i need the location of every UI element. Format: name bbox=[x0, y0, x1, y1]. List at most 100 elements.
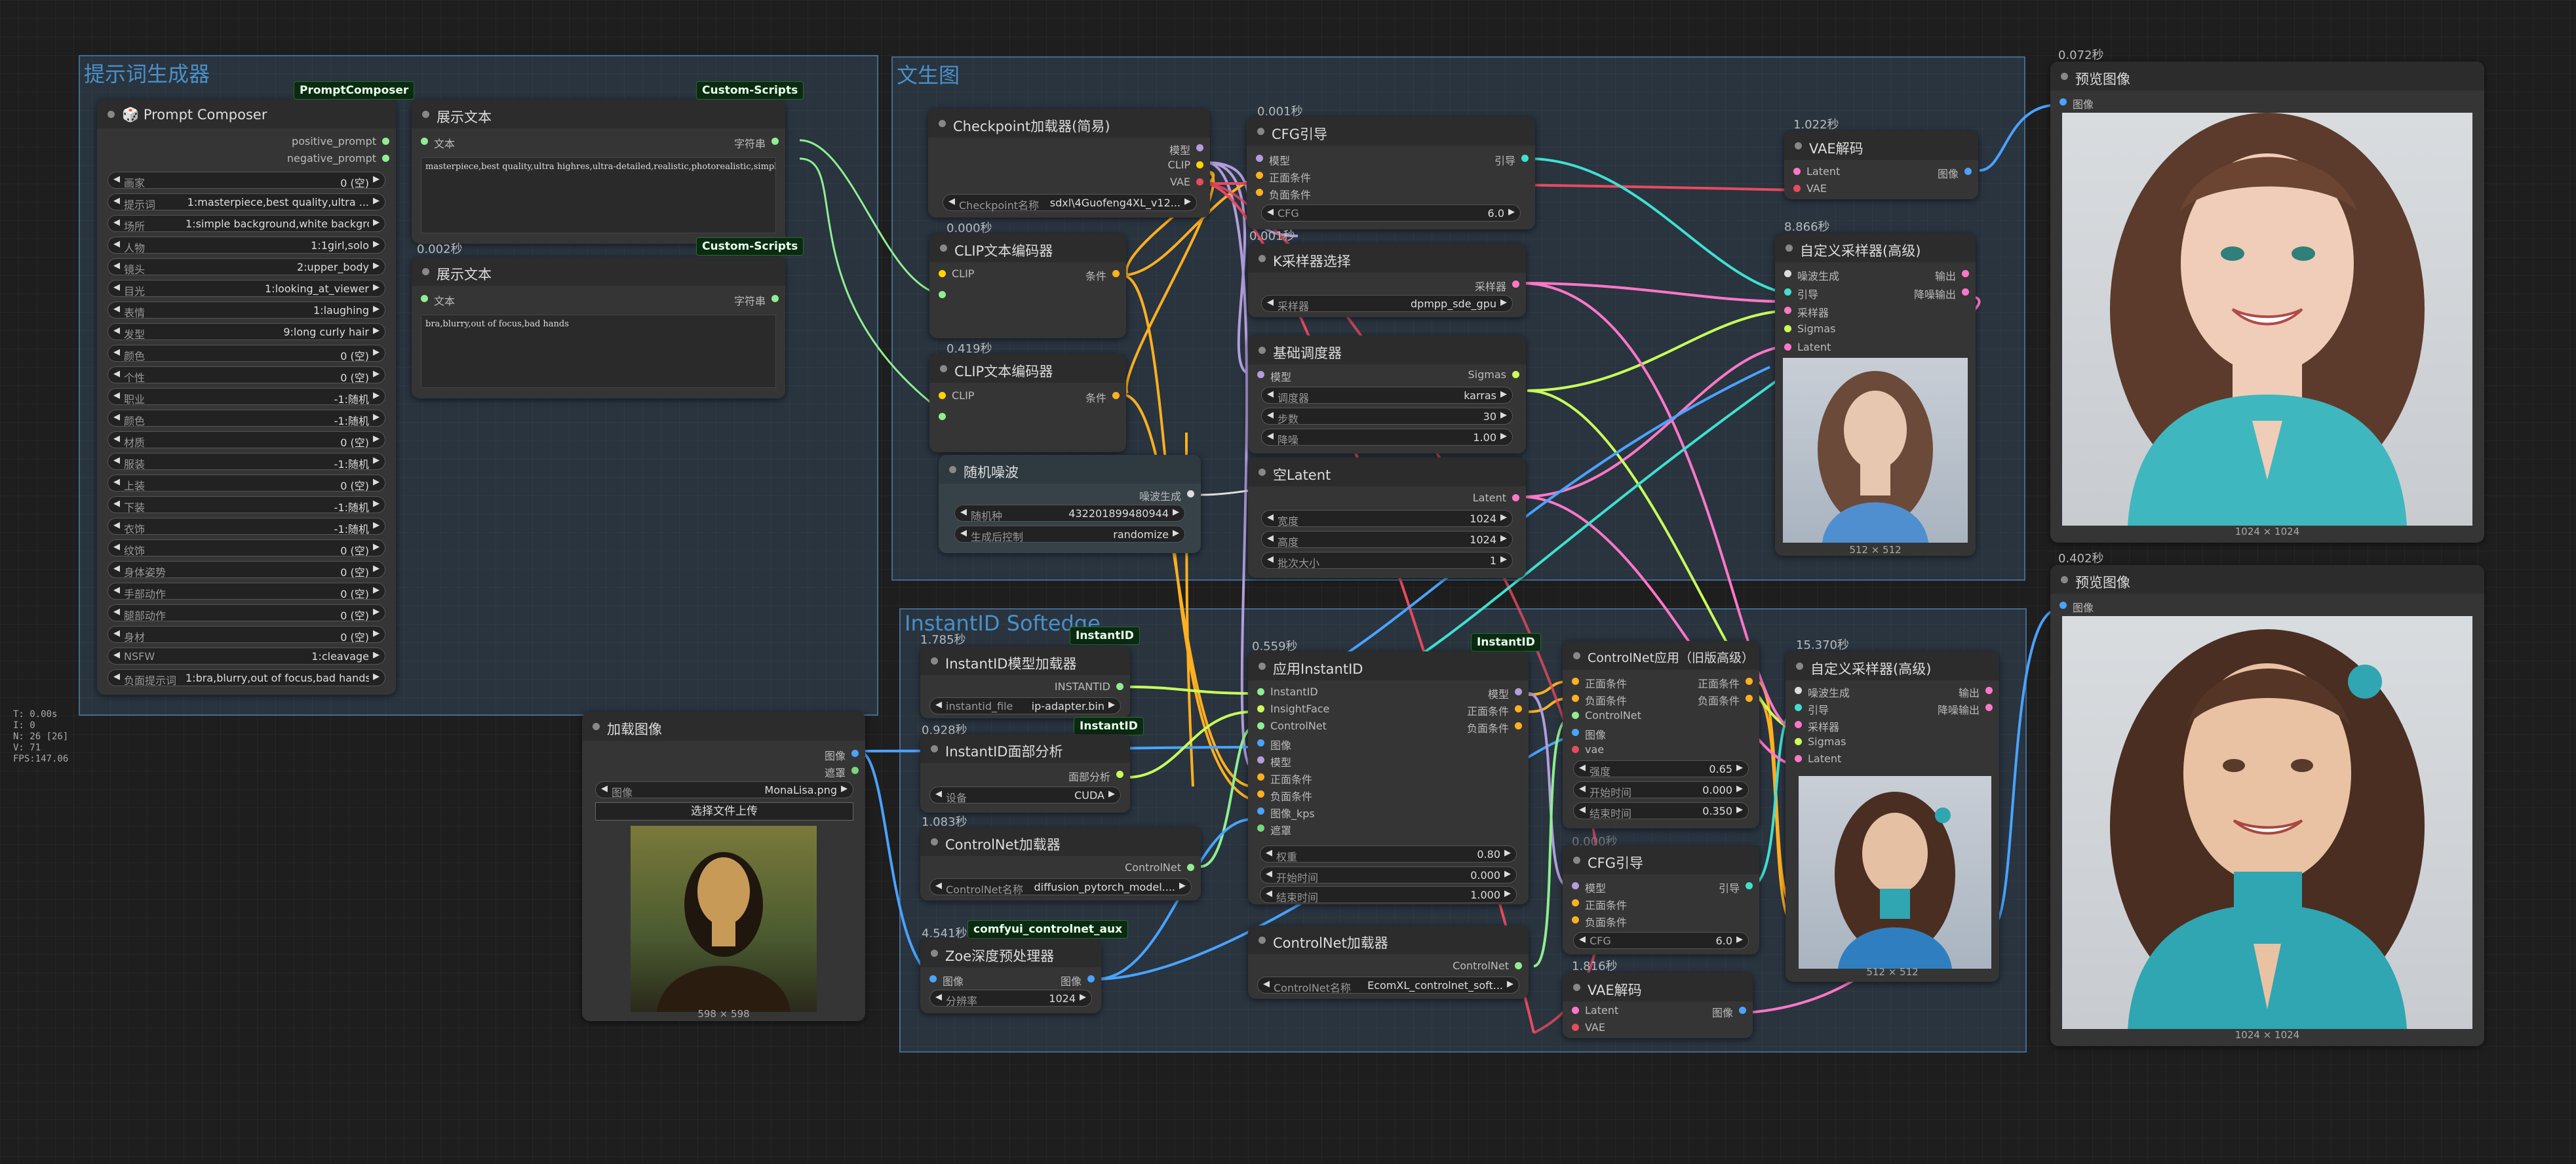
output-instantid[interactable]: INSTANTID bbox=[1055, 680, 1123, 693]
input-port[interactable]: InstantID bbox=[1257, 686, 1318, 698]
output-positive[interactable]: 正面条件 bbox=[1467, 703, 1522, 718]
node-header[interactable]: 基础调度器 bbox=[1248, 336, 1526, 364]
output-image[interactable]: 图像 bbox=[825, 747, 859, 763]
node-show-text-1[interactable]: 展示文本 文本 字符串 masterpiece,best quality,ult… bbox=[412, 100, 785, 244]
node-vae-decode-2[interactable]: VAE解码 Latent VAE 图像 bbox=[1563, 973, 1753, 1038]
seed-input[interactable]: ◀ 随机种 432201899480944 ▶ bbox=[954, 505, 1185, 522]
node-header[interactable]: CLIP文本编码器 bbox=[929, 354, 1126, 383]
composer-option-select[interactable]: ◀ 镜头 2:upper_body ▶ bbox=[107, 258, 385, 276]
collapse-dot[interactable] bbox=[2061, 576, 2068, 583]
input-noise[interactable]: 噪波生成 bbox=[1795, 684, 1850, 700]
input-guider[interactable]: 引导 bbox=[1784, 286, 1818, 301]
output-image[interactable]: 图像 bbox=[1938, 165, 1972, 181]
node-vae-decode-1[interactable]: VAE解码 Latent VAE 图像 bbox=[1784, 131, 1978, 199]
input-model[interactable]: 模型 bbox=[1572, 880, 1606, 895]
node-header[interactable]: 展示文本 bbox=[412, 257, 785, 286]
node-show-text-2[interactable]: 展示文本 文本 字符串 bra,blurry,out of focus,bad … bbox=[412, 257, 785, 398]
input-sigmas[interactable]: Sigmas bbox=[1784, 322, 1835, 335]
composer-option-select[interactable]: ◀ 表情 1:laughing ▶ bbox=[107, 301, 385, 319]
input-latent[interactable]: Latent bbox=[1572, 1004, 1618, 1017]
node-header[interactable]: CLIP文本编码器 bbox=[929, 233, 1126, 262]
collapse-dot[interactable] bbox=[422, 111, 429, 118]
image-select[interactable]: ◀ 图像 MonaLisa.png ▶ bbox=[595, 781, 853, 799]
resolution-input[interactable]: ◀ 分辨率 1024 ▶ bbox=[929, 990, 1092, 1007]
node-header[interactable]: ControlNet加载器 bbox=[1248, 925, 1529, 954]
composer-option-select[interactable]: ◀ 材质 0 (空) ▶ bbox=[107, 431, 385, 449]
node-random-noise[interactable]: 随机噪波 噪波生成 ◀ 随机种 432201899480944 ▶ ◀ 生成后控制 ran… bbox=[939, 455, 1201, 553]
steps-input[interactable]: ◀ 步数 30 ▶ bbox=[1261, 408, 1513, 425]
composer-option-select[interactable]: ◀ 颜色 -1:随机 ▶ bbox=[107, 410, 385, 427]
input-image[interactable]: 图像 bbox=[2059, 96, 2094, 111]
input-text[interactable]: 文本 bbox=[421, 135, 455, 151]
input-negative[interactable]: 负面条件 bbox=[1572, 914, 1627, 929]
node-header[interactable]: 空Latent bbox=[1248, 457, 1526, 486]
node-checkpoint-loader[interactable]: Checkpoint加载器(简易) 模型 CLIP VAE ◀ Checkpoin… bbox=[928, 109, 1210, 218]
instantid-file-select[interactable]: ◀ instantid_file ip-adapter.bin ▶ bbox=[929, 697, 1121, 714]
control-after-generate-select[interactable]: ◀ 生成后控制 randomize ▶ bbox=[954, 526, 1185, 543]
output-controlnet[interactable]: ControlNet bbox=[1453, 960, 1522, 972]
node-header[interactable]: CFG引导 bbox=[1247, 117, 1535, 146]
input-image[interactable]: 图像 bbox=[929, 973, 964, 988]
start-at-input[interactable]: ◀ 开始时间 0.000 ▶ bbox=[1260, 866, 1517, 884]
node-controlnet-loader-1[interactable]: ControlNet加载器 ControlNet ◀ ControlNet名称 di… bbox=[920, 827, 1201, 901]
node-basic-scheduler[interactable]: 基础调度器 模型 Sigmas ◀ 调度器 karras ▶ ◀ 步数 30 ▶ ◀ 降噪 1.… bbox=[1248, 336, 1526, 454]
node-controlnet-apply-advanced[interactable]: ControlNet应用（旧版高级） 正面条件 负面条件 ControlNet … bbox=[1563, 641, 1759, 828]
composer-option-select[interactable]: ◀场所1:simple background,white background▶ bbox=[107, 215, 385, 233]
input-clip[interactable]: CLIP bbox=[939, 267, 974, 280]
output-negative-prompt[interactable]: negative_prompt bbox=[287, 152, 389, 165]
input-image[interactable]: 图像 bbox=[2059, 599, 2094, 615]
node-header[interactable]: 预览图像 bbox=[2050, 62, 2484, 90]
input-model[interactable]: 模型 bbox=[1256, 152, 1290, 168]
node-header[interactable]: CFG引导 bbox=[1563, 845, 1759, 874]
input-negative[interactable]: 负面条件 bbox=[1256, 186, 1311, 202]
composer-option-select[interactable]: ◀ 身材 0 (空) ▶ bbox=[107, 626, 385, 644]
composer-option-select[interactable]: ◀ 画家 0 (空) ▶ bbox=[107, 172, 385, 189]
output-output[interactable]: 输出 bbox=[1935, 267, 1969, 283]
node-controlnet-loader-2[interactable]: ControlNet加载器 ControlNet ◀ ControlNet名称 Ec… bbox=[1248, 925, 1529, 999]
node-header[interactable]: 应用InstantID bbox=[1248, 651, 1529, 680]
weight-input[interactable]: ◀ 权重 0.80 ▶ bbox=[1260, 845, 1517, 863]
composer-option-select[interactable]: ◀ 人物 1:1girl,solo ▶ bbox=[107, 237, 385, 254]
node-header[interactable]: 自定义采样器(高级) bbox=[1775, 233, 1976, 262]
end-at-input[interactable]: ◀ 结束时间 1.000 ▶ bbox=[1260, 886, 1517, 904]
node-header[interactable]: VAE解码 bbox=[1563, 973, 1753, 1001]
output-sampler[interactable]: 采样器 bbox=[1475, 278, 1519, 294]
composer-option-select[interactable]: ◀ 服装 -1:随机 ▶ bbox=[107, 453, 385, 471]
node-clip-encoder-1[interactable]: CLIP文本编码器 CLIP 条件 bbox=[929, 233, 1126, 338]
output-positive[interactable]: 正面条件 bbox=[1698, 675, 1753, 691]
input-sigmas[interactable]: Sigmas bbox=[1795, 735, 1846, 748]
collapse-dot[interactable] bbox=[931, 950, 938, 957]
input-port[interactable]: ControlNet bbox=[1257, 720, 1327, 732]
upload-file-button[interactable]: 选择文件上传 bbox=[595, 802, 853, 821]
device-select[interactable]: ◀ 设备 CUDA ▶ bbox=[929, 786, 1121, 804]
output-controlnet[interactable]: ControlNet bbox=[1125, 861, 1194, 874]
collapse-dot[interactable] bbox=[1257, 128, 1264, 135]
composer-option-select[interactable]: ◀ 职业 -1:随机 ▶ bbox=[107, 388, 385, 406]
node-header[interactable]: InstantID模型加载器 bbox=[920, 646, 1130, 675]
composer-option-select[interactable]: ◀ 个性 0 (空) ▶ bbox=[107, 366, 385, 384]
node-custom-sampler-advanced-2[interactable]: 自定义采样器(高级) 噪波生成 引导 采样器 Sigmas Latent 输出 … bbox=[1786, 651, 1999, 982]
output-model[interactable]: 模型 bbox=[1488, 686, 1522, 701]
input-negative[interactable]: 负面条件 bbox=[1572, 692, 1627, 708]
denoise-input[interactable]: ◀ 降噪 1.00 ▶ bbox=[1261, 429, 1513, 446]
input-vae[interactable]: VAE bbox=[1572, 1021, 1605, 1034]
input-port[interactable]: 遮罩 bbox=[1257, 822, 1291, 838]
collapse-dot[interactable] bbox=[1795, 142, 1802, 149]
node-ksampler-select[interactable]: K采样器选择 采样器 ◀ 采样器 dpmpp_sde_gpu ▶ bbox=[1248, 244, 1526, 317]
composer-option-select[interactable]: ◀ 腿部动作 0 (空) ▶ bbox=[107, 604, 385, 622]
input-positive[interactable]: 正面条件 bbox=[1572, 897, 1627, 912]
node-header[interactable]: 自定义采样器(高级) bbox=[1786, 651, 1999, 680]
composer-option-select[interactable]: ◀ 发型 9:long curly hair ▶ bbox=[107, 323, 385, 341]
collapse-dot[interactable] bbox=[1573, 652, 1580, 659]
output-conditioning[interactable]: 条件 bbox=[1085, 389, 1120, 405]
composer-option-select[interactable]: ◀ 负面提示词 1:bra,blurry,out of focus,bad hand… bbox=[107, 669, 385, 687]
collapse-dot[interactable] bbox=[1786, 244, 1793, 252]
output-string[interactable]: 字符串 bbox=[734, 135, 779, 151]
cfg-input[interactable]: ◀ CFG 6.0 ▶ bbox=[1261, 204, 1521, 222]
collapse-dot[interactable] bbox=[931, 657, 938, 665]
output-noise[interactable]: 噪波生成 bbox=[1139, 488, 1194, 503]
composer-option-select[interactable]: ◀ 目光 1:looking_at_viewer ▶ bbox=[107, 280, 385, 298]
composer-option-select[interactable]: ◀ 衣饰 -1:随机 ▶ bbox=[107, 518, 385, 535]
output-output[interactable]: 输出 bbox=[1959, 684, 1993, 700]
input-sampler[interactable]: 采样器 bbox=[1795, 718, 1839, 734]
